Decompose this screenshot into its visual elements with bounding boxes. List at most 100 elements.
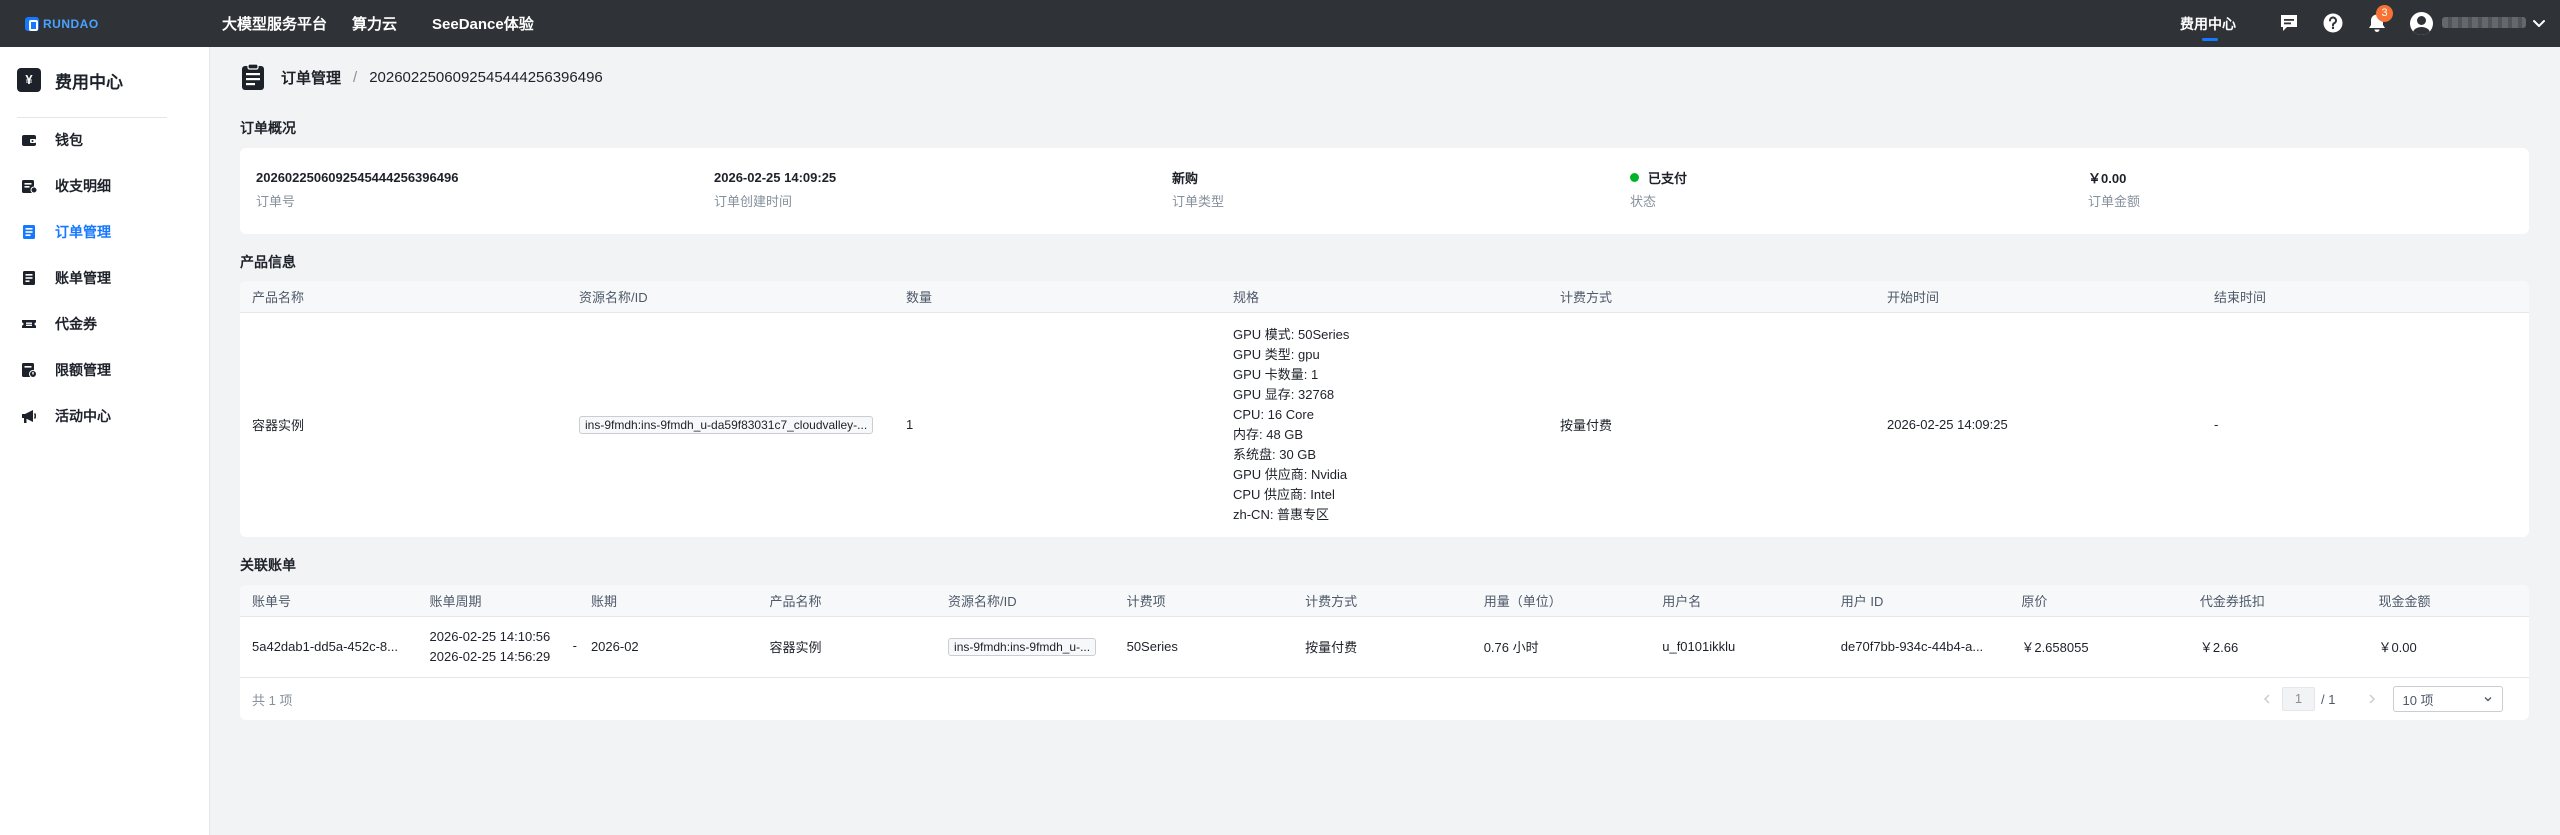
column-header: 产品名称 <box>240 281 567 313</box>
user-avatar[interactable] <box>2410 12 2433 35</box>
order-type-value: 新购 <box>1172 170 1199 186</box>
column-header: 资源名称/ID <box>936 585 1115 617</box>
billing-center-icon: ¥ <box>17 68 41 92</box>
billing-item-cell: 50Series <box>1126 639 1178 654</box>
related-bills-card: 账单号 账单周期 账期 产品名称 资源名称/ID 计费项 计费方式 用量（单位）… <box>240 585 2529 720</box>
sidebar-item-limits[interactable]: 限额管理 <box>20 355 111 385</box>
period-start: 2026-02-25 14:10:56 <box>429 628 551 644</box>
page-size-select[interactable]: 10 项 <box>2393 686 2504 712</box>
current-page-input[interactable]: 1 <box>2282 687 2315 711</box>
column-header: 结束时间 <box>2202 281 2529 313</box>
cash-amount-cell: ￥0.00 <box>2378 640 2417 655</box>
spec-line: zh-CN: 普惠专区 <box>1233 506 1330 522</box>
coupon-icon <box>22 320 36 328</box>
column-header: 产品名称 <box>757 585 937 617</box>
bill-month-cell: 2026-02 <box>590 639 639 654</box>
chevron-right-icon[interactable] <box>2365 692 2379 706</box>
status-value: 已支付 <box>1630 168 1687 186</box>
column-header: 账单号 <box>240 585 418 617</box>
rundao-logo[interactable]: RUNDAO <box>25 15 99 33</box>
status-text: 已支付 <box>1648 170 1688 186</box>
breadcrumb-current-order: 20260225060925454442563964​96 <box>369 68 603 86</box>
username-blurred[interactable] <box>2442 17 2526 28</box>
usage-cell: 0.76 小时 <box>1483 640 1539 655</box>
nav-seedance[interactable]: SeeDance体验 <box>432 0 534 47</box>
help-icon[interactable] <box>2322 12 2344 34</box>
order-type-label: 订单类型 <box>1172 194 1225 209</box>
product-info-title: 产品信息 <box>240 254 296 270</box>
sidebar-item-activities[interactable]: 活动中心 <box>20 401 111 431</box>
sidebar-item-orders[interactable]: 订单管理 <box>20 217 111 247</box>
spec-cell: GPU 模式: 50Series GPU 类型: gpu GPU 卡数量: 1 … <box>1221 312 1548 537</box>
chevron-down-icon[interactable] <box>2530 14 2548 32</box>
billing-method-cell: 按量付费 <box>1305 640 1358 655</box>
order-amount-label: 订单金额 <box>2088 194 2141 209</box>
message-icon[interactable] <box>2278 12 2300 34</box>
sidebar-item-label: 账单管理 <box>55 270 111 286</box>
order-overview-title: 订单概况 <box>240 120 296 136</box>
column-header: 用量（单位） <box>1471 585 1651 617</box>
order-number-value: 20260225060925454442563964​96 <box>256 169 459 185</box>
table-row: 5a42dab1-dd5a-452c-8... 2026-02-25 14:10… <box>240 616 2529 677</box>
nav-compute-cloud-label: 算力云 <box>352 16 398 33</box>
sidebar-item-label: 钱包 <box>55 132 83 148</box>
sidebar-item-bills[interactable]: 账单管理 <box>20 263 111 293</box>
original-price-cell: ￥2.658055 <box>2021 640 2089 655</box>
sidebar-item-label: 收支明细 <box>55 178 111 194</box>
start-time-cell: 2026-02-25 14:09:25 <box>1887 417 2008 433</box>
sidebar-item-transactions[interactable]: 收支明细 <box>20 171 111 201</box>
resource-cell: ins-9fmdh:ins-9fmdh_u-... <box>936 616 1115 677</box>
created-time-value: 2026-02-25 14:09:25 <box>714 169 837 185</box>
transaction-icon <box>22 180 38 194</box>
column-header: 账单周期 <box>417 585 579 617</box>
column-header: 计费方式 <box>1293 585 1472 617</box>
status-dot <box>1630 172 1639 182</box>
nav-llm-platform[interactable]: 大模型服务平台 <box>222 0 327 47</box>
sidebar-item-label: 代金券 <box>55 316 97 332</box>
breadcrumb-separator: / <box>353 68 358 86</box>
overview-status: 已支付 状态 <box>1630 168 1687 210</box>
sidebar-item-label: 订单管理 <box>55 224 111 240</box>
chevron-left-icon[interactable] <box>2260 692 2274 706</box>
sidebar-item-coupons[interactable]: 代金券 <box>20 309 97 339</box>
megaphone-icon <box>22 410 36 423</box>
top-navigation-bar: RUNDAO 大模型服务平台 算力云 SeeDance体验 费用中心 3 <box>0 0 2560 47</box>
bills-table-header: 账单号 账单周期 账期 产品名称 资源名称/ID 计费项 计费方式 用量（单位）… <box>240 585 2529 617</box>
user-id-cell: de70f7bb-934c-44b4-a... <box>1840 639 1984 654</box>
spec-line: GPU 类型: gpu <box>1233 346 1320 362</box>
logo-text: RUNDAO <box>43 17 99 31</box>
nav-billing-center[interactable]: 费用中心 <box>2180 0 2236 47</box>
spec-line: CPU 供应商: Intel <box>1233 486 1335 502</box>
sidebar-item-label: 限额管理 <box>55 362 111 378</box>
resource-id-tag[interactable]: ins-9fmdh:ins-9fmdh_u-da59f83031c7_cloud… <box>579 415 874 434</box>
column-header: 代金券抵扣 <box>2187 585 2367 617</box>
column-header: 账期 <box>578 585 758 617</box>
column-header: 规格 <box>1221 281 1548 313</box>
related-bills-title: 关联账单 <box>240 557 296 573</box>
sidebar-item-wallet[interactable]: 钱包 <box>20 125 83 155</box>
logo-mark-icon <box>25 17 39 31</box>
bill-number-cell[interactable]: 5a42dab1-dd5a-452c-8... <box>240 616 418 677</box>
column-header: 数量 <box>894 281 1221 313</box>
nav-seedance-label: SeeDance体验 <box>432 16 534 33</box>
column-header: 原价 <box>2009 585 2188 617</box>
column-header: 现金金额 <box>2366 585 2529 617</box>
breadcrumb-orders-link[interactable]: 订单管理 <box>281 67 341 88</box>
notification-count-badge: 3 <box>2376 5 2393 22</box>
column-header: 用户 ID <box>1828 585 2010 617</box>
table-row: 容器实例 ins-9fmdh:ins-9fmdh_u-da59f83031c7_… <box>240 312 2529 537</box>
product-info-card: 产品名称 资源名称/ID 数量 规格 计费方式 开始时间 结束时间 容器实例 i… <box>240 281 2529 537</box>
pagination: 1 / 1 10 项 <box>2260 679 2504 719</box>
spec-line: 内存: 48 GB <box>1233 426 1304 442</box>
product-table-header: 产品名称 资源名称/ID 数量 规格 计费方式 开始时间 结束时间 <box>240 281 2529 313</box>
overview-created-time: 2026-02-25 14:09:25 订单创建时间 <box>714 168 836 210</box>
page-size-value: 10 项 <box>2402 692 2434 708</box>
order-number-label: 订单号 <box>256 194 296 209</box>
resource-id-tag[interactable]: ins-9fmdh:ins-9fmdh_u-... <box>948 637 1097 656</box>
column-header: 计费项 <box>1114 585 1294 617</box>
nav-compute-cloud[interactable]: 算力云 <box>352 0 397 47</box>
period-separator: - <box>572 637 577 653</box>
sidebar-item-label: 活动中心 <box>55 408 111 424</box>
overview-order-amount: ￥0.00 订单金额 <box>2088 168 2140 210</box>
order-amount-value: ￥0.00 <box>2088 170 2127 186</box>
